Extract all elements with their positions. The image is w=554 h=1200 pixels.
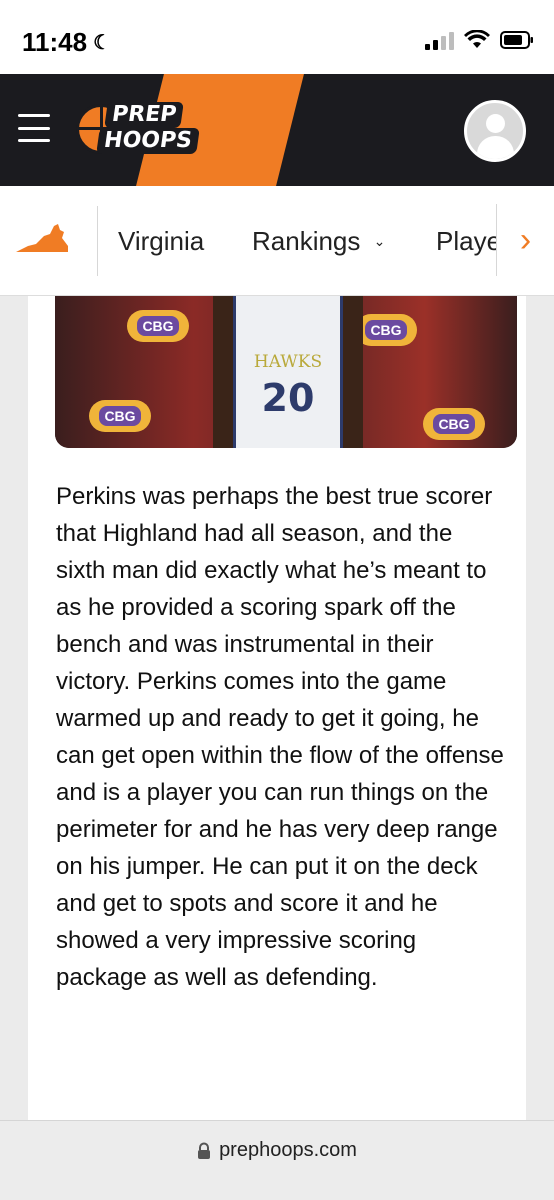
player-jersey: HAWKS 20: [233, 296, 343, 448]
section-nav: Virginia Rankings ⌄ Playe ›: [0, 186, 554, 296]
nav-item-rankings[interactable]: Rankings ⌄: [252, 226, 385, 257]
chevron-right-icon[interactable]: ›: [496, 204, 554, 276]
url-display[interactable]: prephoops.com: [0, 1139, 554, 1162]
hamburger-menu-icon[interactable]: [18, 114, 50, 142]
moon-icon: ☾: [93, 32, 112, 54]
status-time: 11:48 ☾: [22, 27, 111, 58]
cellular-signal-icon: [425, 30, 454, 50]
nav-divider: [97, 206, 98, 276]
nav-item-players[interactable]: Playe: [436, 226, 501, 257]
wifi-icon: [464, 30, 490, 48]
jersey-team: HAWKS: [253, 352, 323, 372]
status-bar: 11:48 ☾: [0, 0, 554, 74]
article-paragraph: Perkins was perhaps the best true scorer…: [56, 483, 504, 991]
clock: 11:48: [22, 27, 88, 57]
virginia-state-icon[interactable]: [14, 222, 70, 256]
cbg-logo: CBG: [127, 310, 189, 342]
logo-line-2: HOOPS: [96, 128, 200, 154]
nav-item-rankings-label: Rankings: [252, 226, 361, 256]
cbg-logo: CBG: [89, 400, 151, 432]
lock-icon: [198, 1142, 211, 1159]
cbg-logo: CBG: [355, 314, 417, 346]
player-photo[interactable]: CBG CBG CBG CBG HAWKS 20: [55, 296, 517, 448]
site-header: PREP HOOPS: [0, 74, 554, 186]
url-text: prephoops.com: [219, 1139, 357, 1161]
jersey-number: 20: [261, 376, 315, 420]
player-figure: HAWKS 20: [213, 296, 363, 448]
cbg-logo: CBG: [423, 408, 485, 440]
user-avatar-icon[interactable]: [464, 100, 526, 162]
status-icons: [425, 30, 534, 50]
nav-item-virginia[interactable]: Virginia: [118, 226, 204, 257]
prep-hoops-logo[interactable]: PREP HOOPS: [76, 98, 216, 160]
browser-url-bar[interactable]: prephoops.com: [0, 1120, 554, 1200]
article-card: CBG CBG CBG CBG HAWKS 20 Perkins was per…: [28, 296, 526, 1122]
logo-line-1: PREP: [104, 102, 185, 128]
chevron-down-icon: ⌄: [373, 233, 386, 249]
battery-icon: [500, 31, 533, 49]
